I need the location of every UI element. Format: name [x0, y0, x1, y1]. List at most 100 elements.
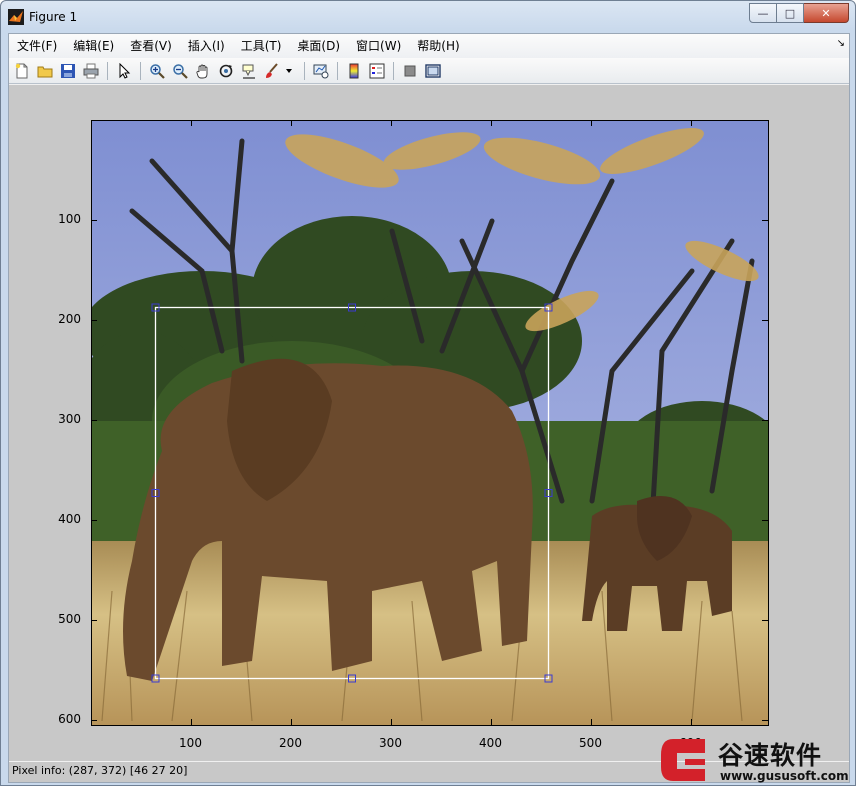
y-tick-mark: [762, 419, 768, 421]
close-icon: ✕: [821, 6, 831, 20]
menu-file[interactable]: 文件(F): [9, 36, 65, 56]
rotate-3d-button[interactable]: [216, 61, 236, 81]
data-cursor-button[interactable]: [239, 61, 259, 81]
figure-window: Figure 1 — □ ✕ 文件(F) 编辑(E) 查看(V) 插入(I) 工…: [0, 0, 856, 786]
y-tick-mark: [91, 219, 97, 221]
zoom-in-button[interactable]: [147, 61, 167, 81]
x-tick-label: 100: [179, 736, 202, 750]
brush-dropdown-icon: [286, 68, 292, 73]
x-tick-mark: [390, 719, 392, 725]
y-tick-mark: [762, 219, 768, 221]
open-icon: [37, 66, 53, 77]
pixel-info: Pixel info: (287, 372) [46 27 20]: [12, 764, 188, 777]
hide-plot-tools-button[interactable]: [400, 61, 420, 81]
hide-plot-tools-icon: [404, 65, 416, 76]
x-tick-label: 200: [279, 736, 302, 750]
x-tick-mark: [590, 120, 592, 126]
figure-canvas: 100200300400500600100200300400500600: [9, 85, 849, 761]
x-tick-mark: [490, 120, 492, 126]
x-tick-mark: [190, 120, 192, 126]
new-figure-button[interactable]: [12, 61, 32, 81]
new-figure-icon: [15, 63, 28, 78]
y-tick-label: 100: [58, 211, 81, 226]
elephant-photo: [92, 121, 768, 725]
x-tick-mark: [490, 719, 492, 725]
print-button[interactable]: [81, 61, 101, 81]
colorbar-icon: [349, 63, 359, 78]
x-tick-label: 300: [379, 736, 402, 750]
title-bar[interactable]: Figure 1 — □ ✕: [1, 1, 855, 33]
save-icon: [61, 63, 75, 78]
menu-desktop[interactable]: 桌面(D): [289, 36, 348, 56]
brush-dropdown-button[interactable]: [285, 61, 293, 81]
minimize-icon: —: [757, 6, 769, 20]
y-tick-mark: [762, 519, 768, 521]
y-tick-mark: [762, 319, 768, 321]
x-tick-mark: [690, 719, 692, 725]
close-button[interactable]: ✕: [804, 3, 849, 23]
x-tick-mark: [390, 120, 392, 126]
gusu-logo-icon: [661, 739, 705, 781]
y-tick-label: 400: [58, 511, 81, 526]
menu-help[interactable]: 帮助(H): [409, 36, 467, 56]
menu-insert[interactable]: 插入(I): [180, 36, 233, 56]
print-icon: [83, 63, 99, 78]
toolbar-separator: [304, 61, 305, 80]
link-plot-button[interactable]: [311, 61, 331, 81]
zoom-in-icon: [150, 63, 165, 79]
figure-toolbar: [9, 58, 849, 84]
y-tick-mark: [91, 319, 97, 321]
y-tick-mark: [91, 519, 97, 521]
y-tick-mark: [91, 619, 97, 621]
menu-tools[interactable]: 工具(T): [233, 36, 290, 56]
y-tick-mark: [762, 719, 768, 721]
toolbar-separator: [393, 61, 394, 80]
save-button[interactable]: [58, 61, 78, 81]
show-plot-tools-button[interactable]: [423, 61, 443, 81]
maximize-button[interactable]: □: [777, 3, 804, 23]
pan-button[interactable]: [193, 61, 213, 81]
matlab-icon: [8, 9, 24, 25]
open-button[interactable]: [35, 61, 55, 81]
figure-client: 文件(F) 编辑(E) 查看(V) 插入(I) 工具(T) 桌面(D) 窗口(W…: [8, 33, 850, 783]
watermark-brand: 谷速软件: [718, 741, 823, 770]
dock-arrow-icon[interactable]: ↘: [837, 38, 845, 49]
legend-icon: [369, 63, 385, 78]
pan-hand-icon: [196, 64, 208, 78]
y-tick-mark: [91, 719, 97, 721]
brush-icon: [266, 62, 278, 78]
x-tick-label: 400: [479, 736, 502, 750]
watermark-url: www.gususoft.com: [720, 769, 849, 783]
zoom-out-icon: [173, 63, 188, 79]
data-cursor-icon: [242, 64, 255, 78]
brush-button[interactable]: [262, 61, 282, 81]
x-tick-mark: [590, 719, 592, 725]
toolbar-separator: [140, 61, 141, 80]
zoom-out-button[interactable]: [170, 61, 190, 81]
show-plot-tools-icon: [425, 63, 441, 78]
menu-window[interactable]: 窗口(W): [348, 36, 409, 56]
rotate-3d-icon: [219, 64, 233, 77]
edit-plot-button[interactable]: [114, 61, 134, 81]
x-tick-mark: [690, 120, 692, 126]
y-tick-mark: [762, 619, 768, 621]
insert-legend-button[interactable]: [367, 61, 387, 81]
x-tick-mark: [290, 719, 292, 725]
y-tick-label: 600: [58, 711, 81, 726]
window-title: Figure 1: [29, 10, 78, 24]
menu-bar: 文件(F) 编辑(E) 查看(V) 插入(I) 工具(T) 桌面(D) 窗口(W…: [9, 34, 849, 58]
x-tick-mark: [190, 719, 192, 725]
y-tick-mark: [91, 419, 97, 421]
menu-edit[interactable]: 编辑(E): [65, 36, 122, 56]
insert-colorbar-button[interactable]: [344, 61, 364, 81]
x-tick-mark: [290, 120, 292, 126]
minimize-button[interactable]: —: [749, 3, 777, 23]
image-axes[interactable]: [91, 120, 769, 726]
y-tick-label: 300: [58, 411, 81, 426]
toolbar-separator: [107, 61, 108, 80]
link-plot-icon: [313, 64, 329, 78]
maximize-icon: □: [784, 6, 796, 20]
y-tick-label: 500: [58, 611, 81, 626]
x-tick-label: 500: [579, 736, 602, 750]
menu-view[interactable]: 查看(V): [122, 36, 180, 56]
